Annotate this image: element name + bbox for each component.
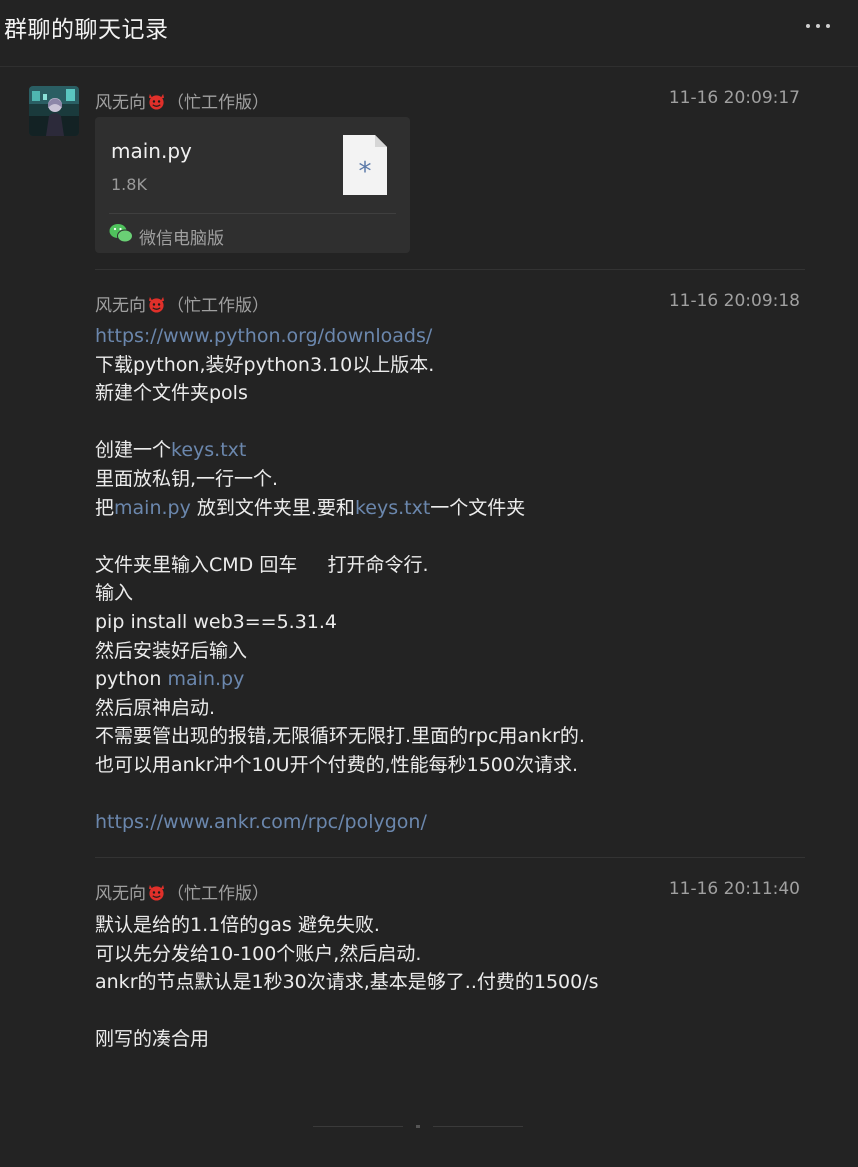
- text-line: https://www.ankr.com/rpc/polygon/: [95, 808, 815, 837]
- text-line: python main.py: [95, 668, 245, 691]
- message-header: 风无向 （忙工作版） 11-16 20:09:18: [95, 291, 800, 316]
- link[interactable]: https://www.ankr.com/rpc/polygon/: [95, 811, 427, 833]
- text-line: 下载python,装好python3.10以上版本.: [95, 353, 435, 376]
- link[interactable]: keys.txt: [171, 439, 246, 461]
- text-line: 不需要管出现的报错,无限循环无限打.里面的rpc用ankr的.: [95, 725, 585, 748]
- text-line: 新建个文件夹pols: [95, 382, 248, 405]
- sender-name: 风无向 （忙工作版）: [95, 884, 269, 904]
- wechat-icon: [109, 224, 133, 243]
- file-source: 微信电脑版: [139, 229, 224, 249]
- link[interactable]: main.py: [114, 497, 191, 519]
- link[interactable]: keys.txt: [355, 497, 430, 519]
- file-attachment-card[interactable]: main.py 1.8K * 微信电脑版: [95, 117, 410, 253]
- devil-face-icon: [148, 93, 165, 110]
- message-text: 默认是给的1.1倍的gas 避免失败. 可以先分发给10-100个账户,然后启动…: [95, 911, 815, 1054]
- file-card-divider: [109, 213, 396, 214]
- message-divider: [95, 269, 805, 270]
- svg-text:*: *: [359, 157, 372, 187]
- message-header: 风无向 （忙工作版） 11-16 20:11:40: [95, 879, 800, 904]
- text-line: [95, 408, 815, 437]
- file-name: main.py: [111, 139, 192, 163]
- devil-face-icon: [148, 884, 165, 901]
- file-size: 1.8K: [111, 175, 147, 194]
- more-options-icon[interactable]: [804, 22, 832, 34]
- link[interactable]: https://www.python.org/downloads/: [95, 325, 432, 347]
- text-line: 默认是给的1.1倍的gas 避免失败.: [95, 914, 380, 936]
- text-line: ankr的节点默认是1秒30次请求,基本是够了..付费的1500/s: [95, 971, 599, 994]
- message-divider: [95, 857, 805, 858]
- text-line: 也可以用ankr冲个10U开个付费的,性能每秒1500次请求.: [95, 753, 579, 776]
- text-line: 把main.py 放到文件夹里.要和keys.txt一个文件夹: [95, 496, 526, 519]
- text-line: 然后原神启动.: [95, 696, 216, 719]
- devil-face-icon: [148, 296, 165, 313]
- link[interactable]: main.py: [168, 668, 245, 690]
- text-line: 创建一个keys.txt: [95, 439, 247, 462]
- message-time: 11-16 20:09:17: [668, 88, 800, 108]
- text-line: [95, 997, 815, 1026]
- text-line: 里面放私钥,一行一个.: [95, 467, 279, 490]
- scroll-indicator-dot: [416, 1125, 420, 1128]
- text-line: [95, 522, 815, 551]
- message-time: 11-16 20:09:18: [668, 291, 800, 311]
- generic-file-icon: *: [343, 135, 387, 195]
- text-line: 可以先分发给10-100个账户,然后启动.: [95, 942, 422, 965]
- text-line: 文件夹里输入CMD 回车 打开命令行.: [95, 553, 429, 576]
- text-line: 输入: [95, 582, 134, 605]
- message-header: 风无向 （忙工作版） 11-16 20:09:17: [95, 88, 800, 113]
- text-line: 刚写的凑合用: [95, 1028, 210, 1051]
- text-line: https://www.python.org/downloads/: [95, 322, 815, 351]
- text-line: 然后安装好后输入: [95, 639, 248, 662]
- text-line: pip install web3==5.31.4: [95, 610, 337, 633]
- message-text: https://www.python.org/downloads/ 下载pyth…: [95, 322, 815, 837]
- text-line: [95, 780, 815, 809]
- message-time: 11-16 20:11:40: [668, 879, 800, 899]
- title-bar: 群聊的聊天记录: [0, 0, 858, 67]
- avatar[interactable]: [29, 86, 79, 136]
- scroll-indicator: [433, 1126, 523, 1127]
- scroll-indicator: [313, 1126, 403, 1127]
- sender-name: 风无向 （忙工作版）: [95, 296, 269, 316]
- sender-name: 风无向 （忙工作版）: [95, 93, 269, 113]
- window-title: 群聊的聊天记录: [4, 17, 169, 43]
